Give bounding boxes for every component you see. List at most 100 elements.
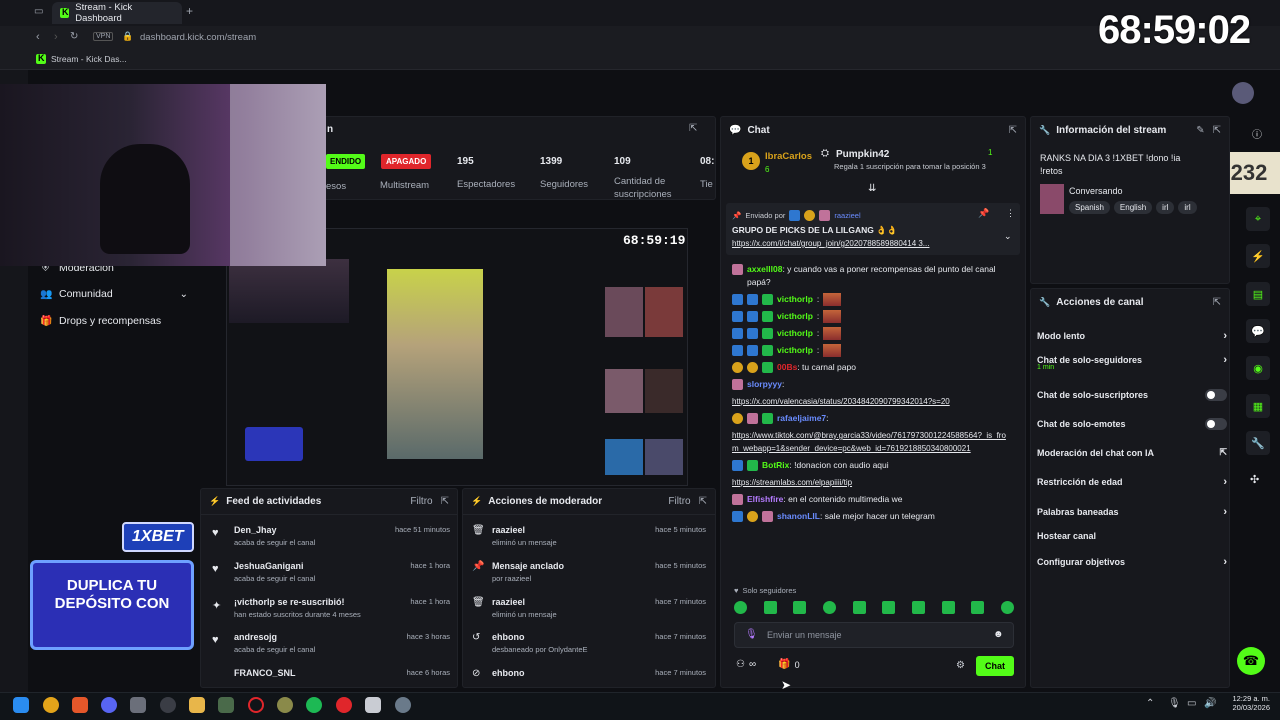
emote-icon[interactable]	[1000, 601, 1014, 614]
volume-icon[interactable]: 🔊	[1204, 698, 1216, 709]
reload-icon[interactable]: ↻	[70, 31, 78, 42]
emotes-only-toggle[interactable]	[1205, 418, 1227, 430]
gift-icon[interactable]: 🎁	[778, 659, 790, 670]
filter-button[interactable]: Filtro	[668, 496, 690, 507]
notepad-icon[interactable]	[365, 697, 381, 713]
emote-icon[interactable]	[734, 601, 747, 614]
gear-icon[interactable]: ⚙	[956, 660, 965, 671]
chat-user[interactable]: rafaeljaime7	[777, 413, 826, 423]
category-name[interactable]: Conversando	[1069, 186, 1123, 196]
chat-user[interactable]: axxelll08	[747, 264, 782, 274]
spotify-icon[interactable]	[306, 697, 322, 713]
mic-tray-icon[interactable]: 🎙	[1168, 698, 1181, 709]
forward-icon[interactable]: ›	[54, 31, 58, 43]
chat-link[interactable]: https://www.tiktok.com/@bray.garcia33/vi…	[732, 429, 1008, 455]
chat-user[interactable]: 00Bs	[777, 362, 797, 372]
multistream-off-badge[interactable]: APAGADO	[381, 154, 432, 169]
layout-icon[interactable]: ▦	[1246, 394, 1270, 418]
avatar[interactable]	[1232, 82, 1254, 104]
bolt-icon[interactable]: ⚡	[1246, 244, 1270, 268]
action-host-channel[interactable]: Hostear canal	[1037, 531, 1227, 541]
steam-icon[interactable]	[160, 697, 176, 713]
emote-icon[interactable]	[793, 601, 807, 614]
users-icon[interactable]: ⚇	[736, 659, 745, 670]
filter-button[interactable]: Filtro	[410, 496, 432, 507]
edit-icon[interactable]: ✎	[1196, 125, 1204, 136]
action-followers-only[interactable]: Chat de solo-seguidores › 1 min	[1037, 354, 1227, 371]
emote-icon[interactable]	[763, 601, 777, 614]
scroll-down-icon[interactable]: ⇊	[868, 183, 876, 194]
tabs-icon[interactable]: ▭	[34, 6, 43, 17]
gamepad-icon[interactable]	[218, 697, 234, 713]
popout-icon[interactable]: ⇱	[689, 123, 697, 134]
store-icon[interactable]	[130, 697, 146, 713]
sidebar-item-community[interactable]: 👥 Comunidad ⌄	[40, 288, 188, 300]
pinned-user[interactable]: raazieel	[834, 211, 860, 220]
folder-icon[interactable]	[189, 697, 205, 713]
stream-preview[interactable]: 68:59:19	[226, 228, 688, 486]
app-icon[interactable]	[277, 697, 293, 713]
action-goals[interactable]: Configurar objetivos ›	[1037, 556, 1227, 568]
popout-icon[interactable]: ⇱	[1213, 297, 1221, 308]
app-icon[interactable]	[43, 697, 59, 713]
broadcast-icon[interactable]: ◉	[1246, 356, 1270, 380]
emote-icon[interactable]	[822, 601, 836, 614]
action-ai-moderation[interactable]: Moderación del chat con IA ⇱	[1037, 447, 1227, 458]
wrench-icon[interactable]: 🔧	[1246, 431, 1270, 455]
grid-icon[interactable]: ✣	[1250, 473, 1259, 486]
record-icon[interactable]	[336, 697, 352, 713]
unpin-icon[interactable]: 📌	[978, 208, 989, 219]
tag[interactable]: Spanish	[1069, 201, 1110, 214]
popout-icon[interactable]: ⇱	[699, 496, 707, 507]
action-banned-words[interactable]: Palabras baneadas ›	[1037, 506, 1227, 518]
opera-icon[interactable]	[248, 697, 264, 713]
tag[interactable]: English	[1113, 201, 1153, 214]
back-icon[interactable]: ‹	[36, 31, 40, 43]
support-icon[interactable]: ☎	[1237, 647, 1265, 675]
popout-icon[interactable]: ⇱	[1009, 125, 1017, 136]
chat-user[interactable]: Elfishfire	[747, 494, 783, 504]
chat-link[interactable]: https://x.com/valencasia/status/20348420…	[732, 395, 1008, 408]
chat-input[interactable]: 🎙 Enviar un mensaje ☻	[734, 622, 1014, 648]
chat-user[interactable]: victhorlp	[777, 327, 813, 340]
chat-user[interactable]: victhorlp	[777, 344, 813, 357]
tag[interactable]: irl	[1178, 201, 1197, 214]
emote-icon[interactable]	[941, 601, 955, 614]
new-tab-icon[interactable]: +	[186, 4, 193, 18]
brave-icon[interactable]	[72, 697, 88, 713]
chat-user[interactable]: BotRix	[762, 460, 789, 470]
sidebar-item-drops[interactable]: 🎁 Drops y recompensas	[40, 315, 161, 327]
vpn-badge[interactable]: VPN	[93, 32, 114, 41]
emoji-icon[interactable]: ☻	[993, 629, 1004, 640]
emote-icon[interactable]	[971, 601, 985, 614]
pinned-link[interactable]: https://x.com/i/chat/group_join/g2020788…	[732, 239, 997, 248]
chat-user[interactable]: slorpyyy	[747, 379, 782, 389]
url-field[interactable]: dashboard.kick.com/stream	[140, 32, 256, 43]
chat-user[interactable]: shanonLIL	[777, 511, 820, 521]
goal-name[interactable]: Pumpkin42	[836, 149, 889, 160]
clock[interactable]: 12:29 a. m. 20/03/2026	[1226, 694, 1270, 712]
action-slow-mode[interactable]: Modo lento ›	[1037, 330, 1227, 342]
bookmark-stream[interactable]: Stream - Kick Das...	[36, 53, 127, 64]
emote-icon[interactable]	[852, 601, 866, 614]
send-chat-button[interactable]: Chat	[976, 656, 1014, 676]
popout-icon[interactable]: ⇱	[441, 496, 449, 507]
tray-chevron-icon[interactable]: ⌃	[1146, 698, 1154, 709]
chat-icon[interactable]: 💬	[1246, 319, 1270, 343]
more-icon[interactable]: ⋮	[1006, 208, 1015, 219]
emote-icon[interactable]	[911, 601, 925, 614]
network-icon[interactable]: ▭	[1187, 698, 1196, 709]
chat-user[interactable]: victhorlp	[777, 310, 813, 323]
top-gifter-name[interactable]: IbraCarlos	[765, 151, 812, 162]
info-icon[interactable]: ⓘ	[1252, 126, 1262, 141]
emote-icon[interactable]	[882, 601, 896, 614]
settings-icon[interactable]	[395, 697, 411, 713]
discord-icon[interactable]	[101, 697, 117, 713]
clip-icon[interactable]: ⌖	[1246, 207, 1270, 231]
chat-link[interactable]: https://streamlabs.com/elpapiiii/tip	[732, 476, 1008, 489]
subs-only-toggle[interactable]	[1205, 389, 1227, 401]
action-subs-only[interactable]: Chat de solo-suscriptores	[1037, 389, 1227, 401]
tab-stream[interactable]: Stream - Kick Dashboard	[52, 2, 182, 24]
chevron-down-icon[interactable]: ⌄	[1004, 231, 1012, 242]
doc-icon[interactable]: ▤	[1246, 282, 1270, 306]
